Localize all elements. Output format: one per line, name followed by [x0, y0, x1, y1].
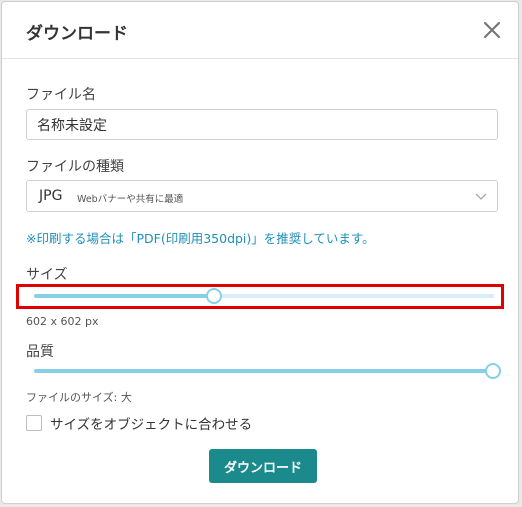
- quality-slider[interactable]: [34, 363, 501, 379]
- quality-label: 品質: [26, 344, 54, 360]
- download-button[interactable]: ダウンロード: [209, 449, 317, 483]
- close-icon: [483, 21, 501, 39]
- quality-slider-thumb[interactable]: [485, 363, 501, 379]
- close-button[interactable]: [480, 18, 504, 42]
- file-type-label: ファイルの種類: [26, 159, 124, 175]
- chevron-down-icon: [475, 193, 487, 200]
- file-name-input[interactable]: [26, 109, 498, 140]
- print-notice: ※印刷する場合は「PDF(印刷用350dpi)」を推奨しています。: [26, 231, 375, 246]
- size-readout: 602 x 602 px: [26, 315, 99, 328]
- size-label: サイズ: [26, 267, 68, 283]
- quality-slider-fill: [34, 369, 492, 373]
- file-type-select[interactable]: JPG Webバナーや共有に最適: [26, 180, 498, 212]
- size-slider[interactable]: [34, 288, 494, 304]
- fit-to-object-checkbox[interactable]: [26, 415, 42, 431]
- file-type-description: Webバナーや共有に最適: [77, 194, 184, 205]
- quality-readout: ファイルのサイズ: 大: [26, 391, 132, 404]
- dialog-header: ダウンロード: [2, 2, 518, 59]
- download-dialog: ダウンロード ファイル名 ファイルの種類 JPG Webバナーや共有に最適 ※印…: [1, 1, 519, 504]
- file-type-value: JPG: [39, 188, 63, 204]
- fit-to-object-label[interactable]: サイズをオブジェクトに合わせる: [50, 413, 252, 433]
- size-slider-fill: [34, 294, 213, 298]
- file-name-label: ファイル名: [26, 87, 96, 103]
- dialog-title: ダウンロード: [26, 24, 128, 44]
- size-slider-thumb[interactable]: [206, 288, 222, 304]
